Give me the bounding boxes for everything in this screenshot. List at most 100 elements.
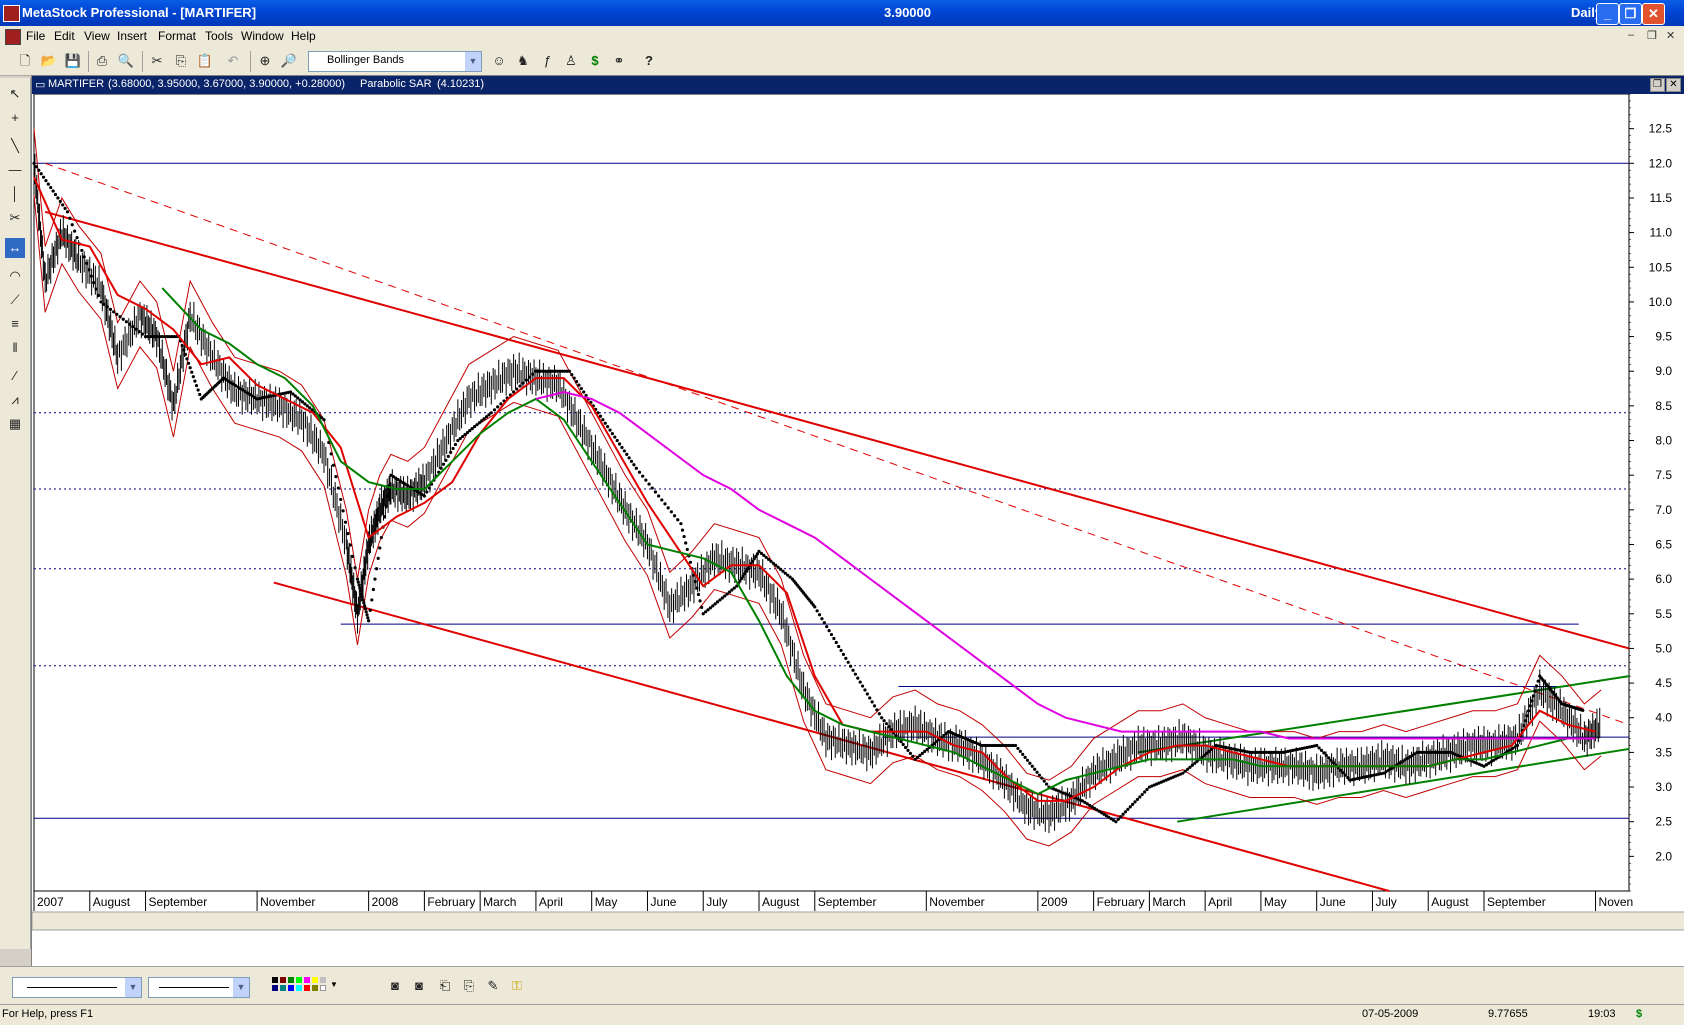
grid-tool-icon[interactable]: ▦ bbox=[5, 414, 25, 434]
cut-icon[interactable]: ✂ bbox=[148, 52, 166, 70]
color-palette[interactable]: ▼ bbox=[272, 977, 352, 995]
sar-dot bbox=[829, 632, 834, 637]
text-tool-icon[interactable]: ⎗ bbox=[436, 977, 454, 995]
chart-close-icon[interactable]: ✕ bbox=[1666, 78, 1681, 92]
sar-dot bbox=[53, 192, 58, 197]
sar-dot bbox=[346, 531, 350, 536]
menu-edit[interactable]: Edit bbox=[54, 29, 75, 43]
vertical-line-icon[interactable]: │ bbox=[5, 184, 25, 204]
sar-dot bbox=[37, 168, 41, 172]
sar-dot bbox=[358, 586, 362, 590]
app-icon[interactable] bbox=[3, 5, 20, 22]
system-tester-icon[interactable]: ♙ bbox=[562, 52, 580, 70]
minimize-button[interactable]: _ bbox=[1596, 3, 1619, 25]
menu-view[interactable]: View bbox=[84, 29, 110, 43]
dollar-icon[interactable]: $ bbox=[586, 52, 604, 70]
sar-dot bbox=[92, 281, 96, 285]
print-preview-icon[interactable]: 🔍 bbox=[117, 52, 135, 70]
expert-icon[interactable]: ☺ bbox=[490, 52, 508, 70]
sar-dot bbox=[32, 161, 36, 165]
sar-dot bbox=[1534, 684, 1539, 688]
binoculars-icon[interactable]: ⚭ bbox=[610, 52, 628, 70]
sar-dot bbox=[574, 380, 579, 384]
menu-insert[interactable]: Insert bbox=[117, 29, 147, 43]
sar-dot bbox=[882, 719, 886, 723]
explorer-icon[interactable]: ♞ bbox=[514, 52, 532, 70]
crosshair-icon[interactable]: ⊕ bbox=[256, 52, 274, 70]
sar-dot bbox=[911, 754, 915, 758]
status-bar: For Help, press F1 07-05-2009 9.77655 19… bbox=[0, 1004, 1684, 1025]
context-help-icon[interactable]: ? bbox=[640, 52, 658, 70]
arc-tool-icon[interactable]: ◠ bbox=[5, 266, 25, 286]
zoom-icon[interactable]: 🔎 bbox=[280, 52, 298, 70]
open-icon[interactable]: 📂 bbox=[40, 52, 58, 70]
trendline-tool-icon[interactable]: ╲ bbox=[5, 136, 25, 156]
menu-file[interactable]: File bbox=[26, 29, 45, 43]
menu-help[interactable]: Help bbox=[291, 29, 316, 43]
sar-dot bbox=[336, 486, 340, 490]
sar-dot bbox=[870, 700, 874, 704]
cross-tool-icon[interactable]: + bbox=[5, 108, 25, 128]
sar-dot bbox=[629, 459, 634, 463]
sar-dot bbox=[880, 716, 884, 720]
close-button[interactable]: ✕ bbox=[1642, 3, 1665, 25]
mdi-close-icon[interactable]: ✕ bbox=[1666, 29, 1675, 42]
mdi-minimize-icon[interactable]: – bbox=[1628, 29, 1634, 41]
sar-dot bbox=[625, 452, 629, 456]
chevron-down-icon[interactable]: ▼ bbox=[125, 978, 141, 997]
sar-dot bbox=[356, 580, 360, 584]
document-icon[interactable] bbox=[5, 29, 21, 45]
cycle-lines-icon[interactable]: ‖ bbox=[5, 338, 25, 358]
price-chart[interactable]: 2.0 2.5 3.0 3.5 4.0 4.5 5.0 5.5 6.0 6.5 7.0 7.5 8.0 8… bbox=[32, 94, 1684, 967]
sar-dot bbox=[353, 566, 357, 570]
sar-dot bbox=[688, 560, 693, 564]
menu-format[interactable]: Format bbox=[158, 29, 196, 43]
sar-dot bbox=[1317, 746, 1321, 750]
sar-dot bbox=[603, 421, 607, 425]
sar-dot bbox=[49, 185, 53, 190]
indicator-select[interactable]: Bollinger Bands ▼ bbox=[308, 51, 482, 72]
chart-restore-icon[interactable]: ❐ bbox=[1650, 78, 1665, 92]
object-icon[interactable]: ◙ bbox=[386, 977, 404, 995]
print-icon[interactable]: ⎙ bbox=[93, 52, 111, 70]
sar-dot bbox=[1322, 751, 1326, 755]
symbol-tool-icon[interactable]: ⎘ bbox=[460, 977, 478, 995]
sar-dot bbox=[521, 381, 525, 385]
fibonacci-icon[interactable]: ≡ bbox=[5, 314, 25, 334]
gann-fan-icon[interactable]: ⩘ bbox=[5, 390, 25, 410]
undo-icon[interactable]: ↶ bbox=[224, 52, 242, 70]
line-style-select[interactable]: ▼ bbox=[12, 977, 142, 998]
x-tick-label: February bbox=[427, 895, 475, 909]
sar-dot bbox=[1018, 749, 1022, 754]
copy-icon[interactable]: ⎘ bbox=[172, 52, 190, 70]
sar-dot bbox=[196, 388, 200, 392]
chevron-down-icon[interactable]: ▼ bbox=[233, 978, 249, 997]
new-icon[interactable]: 🗋 bbox=[16, 52, 34, 70]
save-icon[interactable]: 💾 bbox=[64, 52, 82, 70]
pencil-icon[interactable]: ✎ bbox=[484, 977, 502, 995]
channel-tool-icon[interactable]: ↔ bbox=[5, 238, 25, 258]
pointer-icon[interactable]: ↖ bbox=[5, 84, 25, 104]
sar-dot bbox=[570, 373, 574, 377]
sar-dot bbox=[496, 405, 500, 409]
menu-tools[interactable]: Tools bbox=[205, 29, 233, 43]
object-icon-2[interactable]: ◙ bbox=[410, 977, 428, 995]
menu-window[interactable]: Window bbox=[241, 29, 284, 43]
fan-tool-icon[interactable]: ⟋ bbox=[5, 290, 25, 310]
main-toolbar: 🗋 📂 💾 ⎙ 🔍 ✂ ⎘ 📋 ↶ ⊕ 🔎 Bollinger Bands ▼ … bbox=[0, 47, 1684, 76]
mdi-restore-icon[interactable]: ❐ bbox=[1647, 29, 1657, 42]
sar-dot bbox=[1045, 782, 1049, 786]
sar-dot bbox=[370, 598, 374, 602]
line-weight-select[interactable]: ▼ bbox=[148, 977, 250, 998]
scissors-icon[interactable]: ✂ bbox=[5, 208, 25, 228]
sar-dot bbox=[1525, 714, 1529, 718]
sar-dot bbox=[647, 482, 651, 486]
horizontal-line-icon[interactable]: — bbox=[5, 160, 25, 180]
restore-button[interactable]: ❐ bbox=[1619, 3, 1642, 25]
sar-dot bbox=[1037, 773, 1042, 777]
key-icon[interactable]: ⚿ bbox=[508, 977, 526, 995]
formula-icon[interactable]: ƒ bbox=[538, 52, 556, 70]
paste-icon[interactable]: 📋 bbox=[196, 52, 214, 70]
chevron-down-icon[interactable]: ▼ bbox=[465, 52, 481, 71]
line-tool-icon[interactable]: ⁄ bbox=[5, 366, 25, 386]
